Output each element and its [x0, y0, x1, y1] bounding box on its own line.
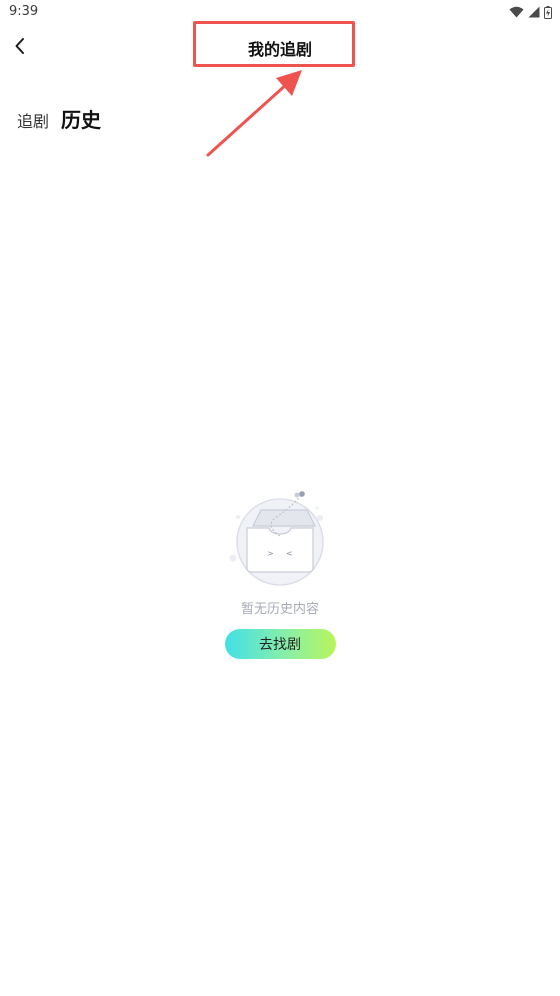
empty-inbox-icon: > < [229, 491, 324, 586]
svg-text:>: > [267, 549, 274, 558]
tab-bar: 追剧 历史 [17, 104, 101, 133]
svg-text:<: < [286, 549, 293, 558]
empty-message: 暂无历史内容 [240, 602, 319, 617]
wifi-icon [509, 6, 524, 18]
battery-icon [544, 5, 552, 19]
annotation-highlight-box [193, 21, 355, 67]
tab-following[interactable]: 追剧 [17, 108, 49, 132]
empty-state: > < 暂无历史内容 去找剧 [0, 490, 560, 659]
status-icons [509, 4, 552, 20]
tab-history[interactable]: 历史 [61, 104, 101, 133]
signal-icon [528, 6, 540, 18]
status-time: 9:39 [9, 4, 39, 19]
find-shows-button[interactable]: 去找剧 [224, 629, 336, 659]
